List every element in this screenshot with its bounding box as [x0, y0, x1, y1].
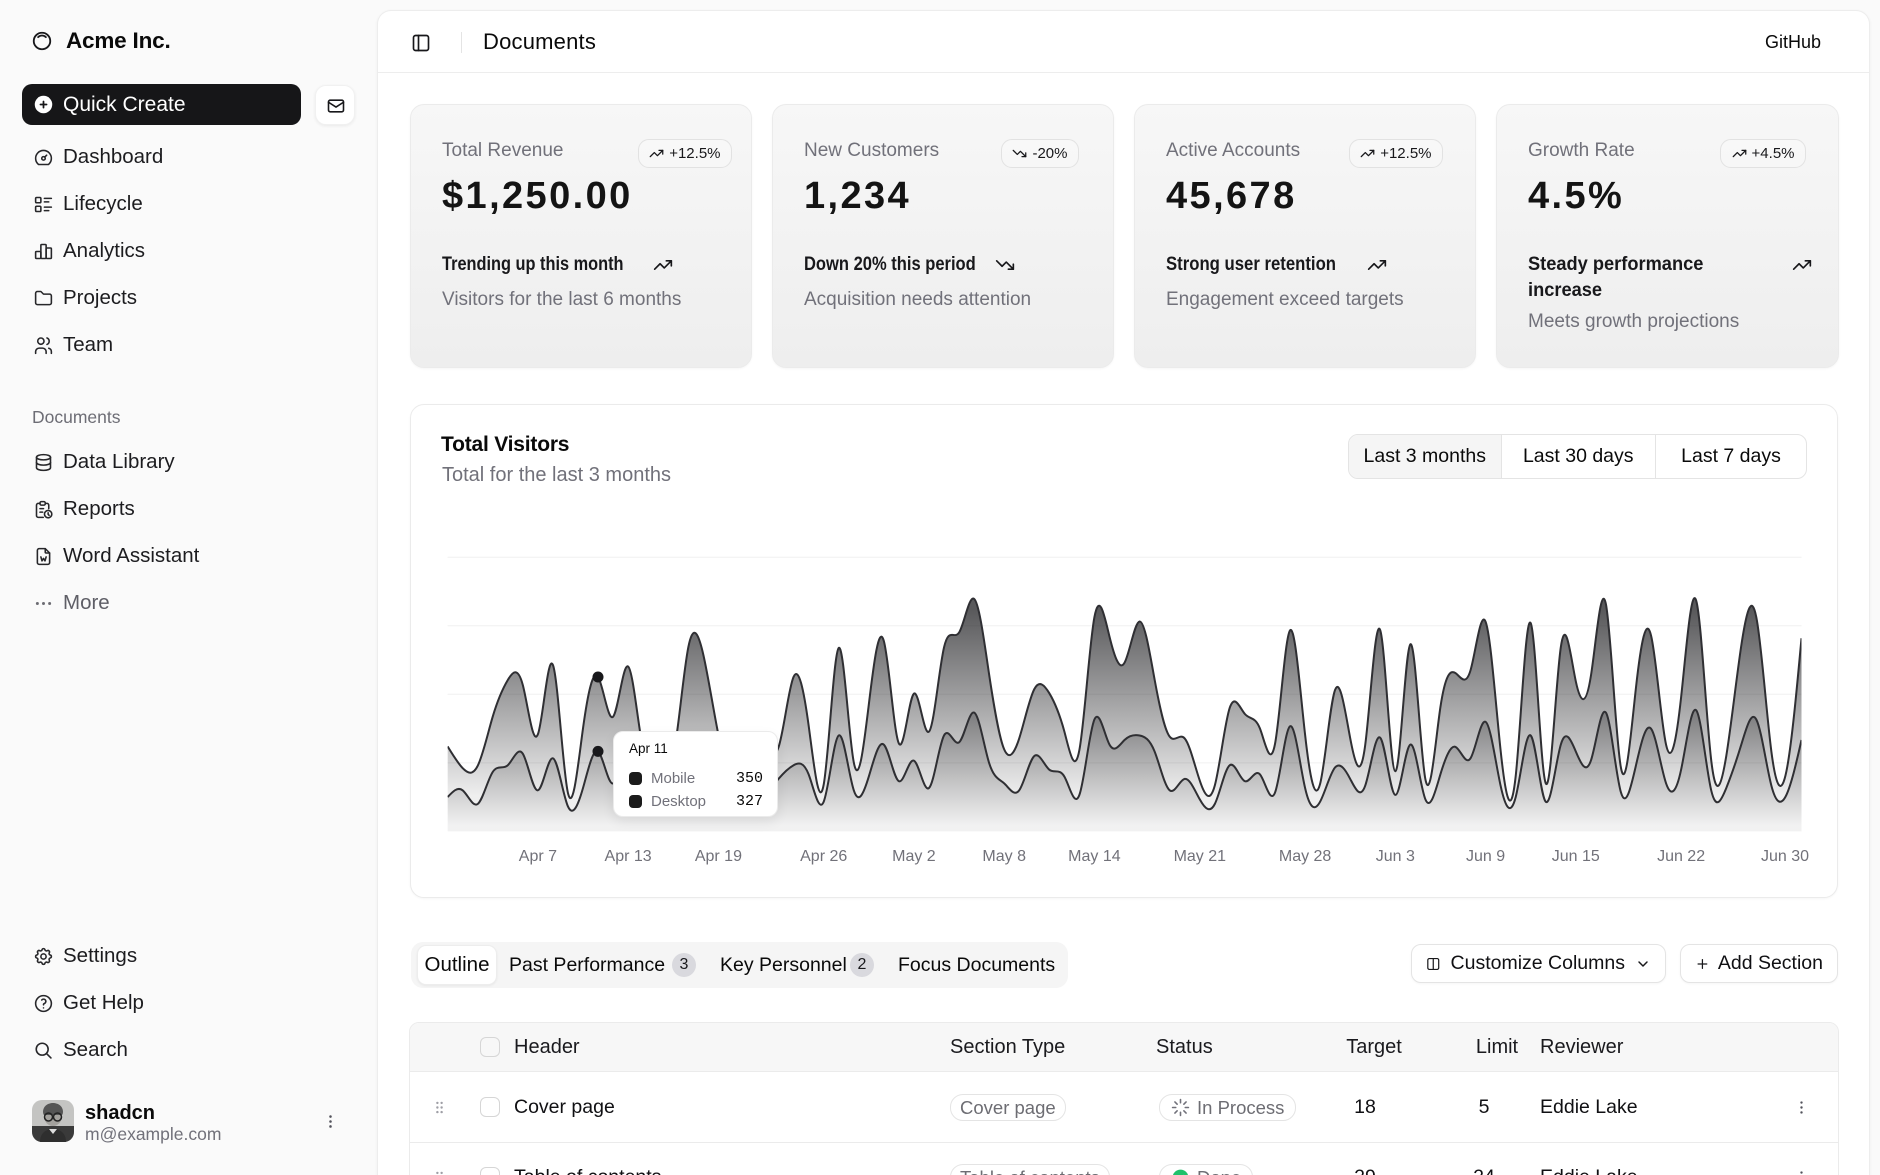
svg-text:Jun 22: Jun 22: [1657, 848, 1705, 865]
svg-text:May 21: May 21: [1174, 848, 1227, 865]
svg-text:Apr 19: Apr 19: [695, 848, 742, 865]
svg-text:Apr 13: Apr 13: [605, 848, 652, 865]
svg-text:Jun 3: Jun 3: [1376, 848, 1415, 865]
svg-text:May 28: May 28: [1279, 848, 1332, 865]
svg-text:Apr 26: Apr 26: [800, 848, 847, 865]
svg-text:Jun 15: Jun 15: [1552, 848, 1600, 865]
svg-text:Apr 7: Apr 7: [519, 848, 557, 865]
svg-text:May 14: May 14: [1068, 848, 1121, 865]
svg-text:May 8: May 8: [982, 848, 1026, 865]
svg-text:Jun 30: Jun 30: [1761, 848, 1809, 865]
svg-text:May 2: May 2: [892, 848, 936, 865]
svg-text:Jun 9: Jun 9: [1466, 848, 1505, 865]
